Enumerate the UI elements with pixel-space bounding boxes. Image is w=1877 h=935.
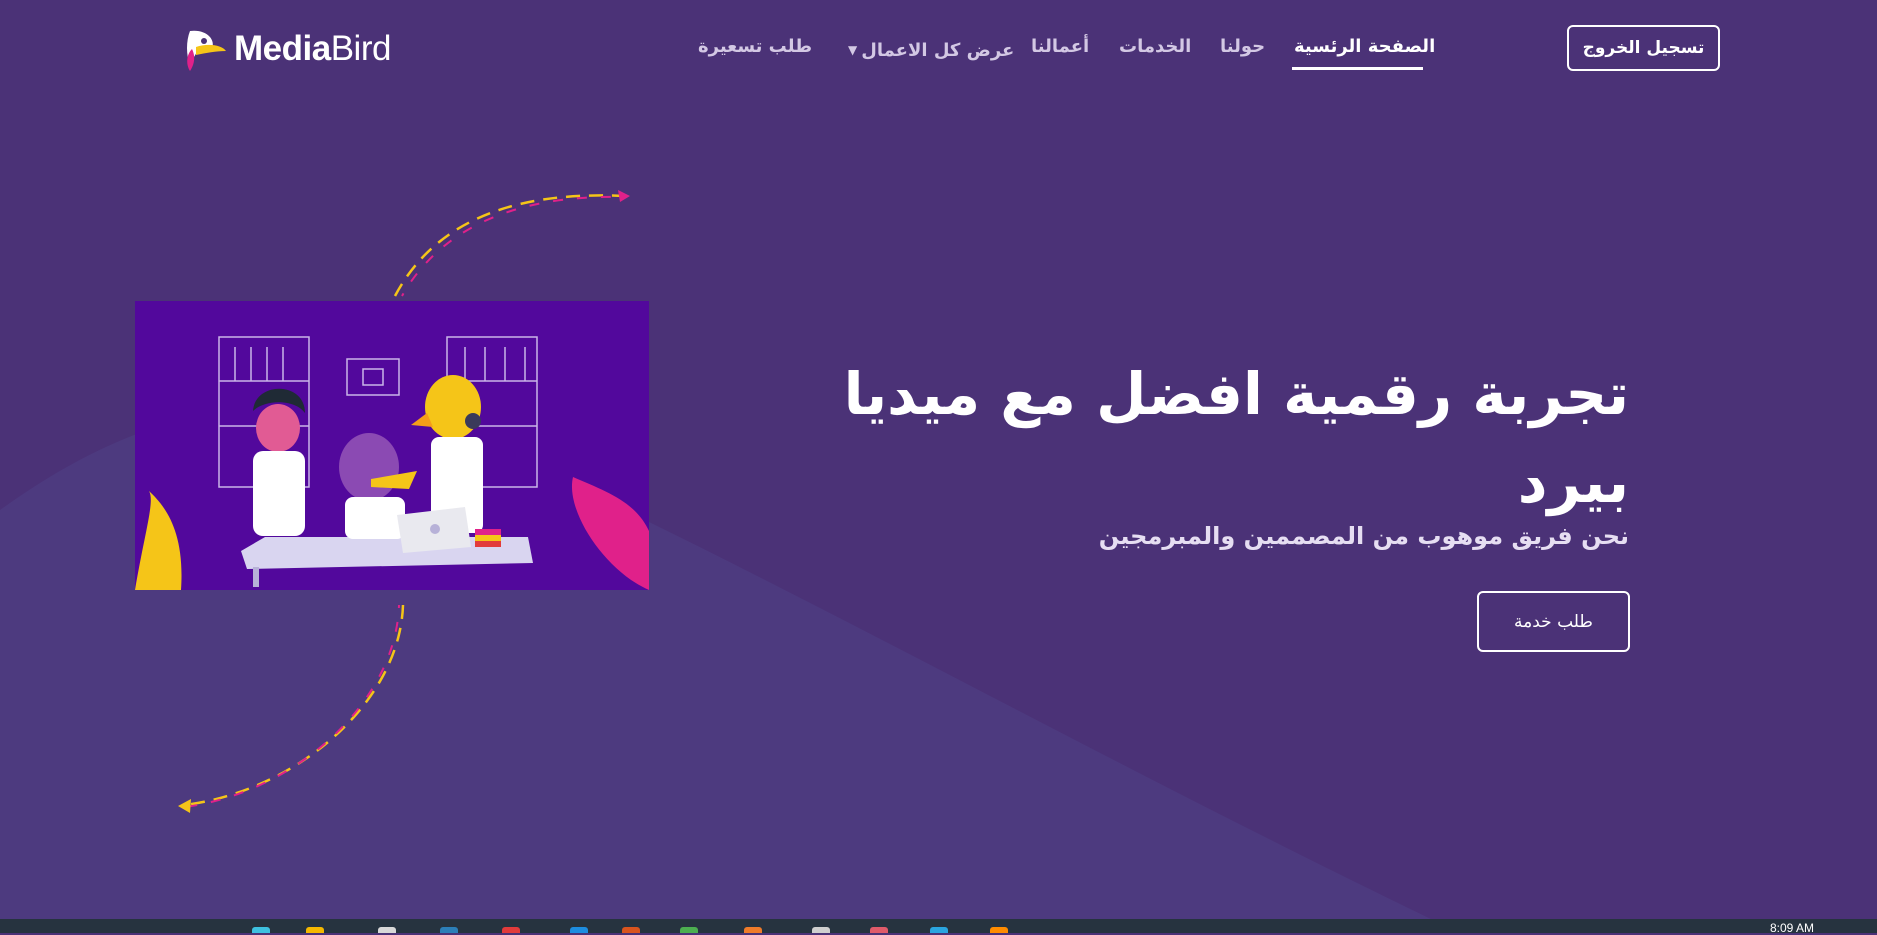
taskbar-app-icon[interactable] [990, 927, 1008, 933]
team-at-desk-illustration [135, 336, 649, 590]
nav-active-underline [1292, 67, 1423, 70]
taskbar-app-icon[interactable] [570, 927, 588, 933]
taskbar-app-icon[interactable] [812, 927, 830, 933]
hero-title-line-2: بيرد [1517, 448, 1629, 516]
taskbar-app-icon[interactable] [870, 927, 888, 933]
taskbar-app-icon[interactable] [930, 927, 948, 933]
request-service-button[interactable]: طلب خدمة [1477, 591, 1630, 652]
taskbar-app-icon[interactable] [306, 927, 324, 933]
taskbar-app-icon[interactable] [622, 927, 640, 933]
nav-works[interactable]: أعمالنا [1031, 36, 1089, 64]
nav-price-request[interactable]: طلب تسعيرة [698, 36, 812, 64]
nav-services[interactable]: الخدمات [1119, 36, 1191, 64]
hero-subtitle: نحن فريق موهوب من المصممين والمبرمجين [1098, 522, 1629, 550]
brand-name: MediaBird [234, 29, 391, 68]
chevron-down-icon: ▼ [848, 43, 858, 57]
hero-title: تجربة رقمية افضل مع ميديا بيرد [809, 350, 1629, 526]
logo[interactable]: MediaBird [182, 24, 391, 74]
hero-illustration [135, 301, 649, 590]
taskbar-app-icon[interactable] [252, 927, 270, 933]
taskbar-app-icon[interactable] [744, 927, 762, 933]
nav-all-works-dropdown[interactable]: ▼ عرض كل الاعمال [848, 36, 1014, 64]
bird-logo-icon [187, 30, 226, 71]
taskbar-app-icon[interactable] [440, 927, 458, 933]
nav-home[interactable]: الصفحة الرئسية [1294, 36, 1435, 64]
hero-title-line-1: تجربة رقمية افضل مع ميديا [843, 360, 1629, 428]
nav-all-works-label: عرض كل الاعمال [861, 39, 1015, 61]
taskbar-app-icon[interactable] [378, 927, 396, 933]
logout-button[interactable]: تسجيل الخروج [1567, 25, 1720, 71]
taskbar-app-icon[interactable] [680, 927, 698, 933]
taskbar-app-icon[interactable] [502, 927, 520, 933]
nav-about[interactable]: حولنا [1220, 36, 1265, 64]
